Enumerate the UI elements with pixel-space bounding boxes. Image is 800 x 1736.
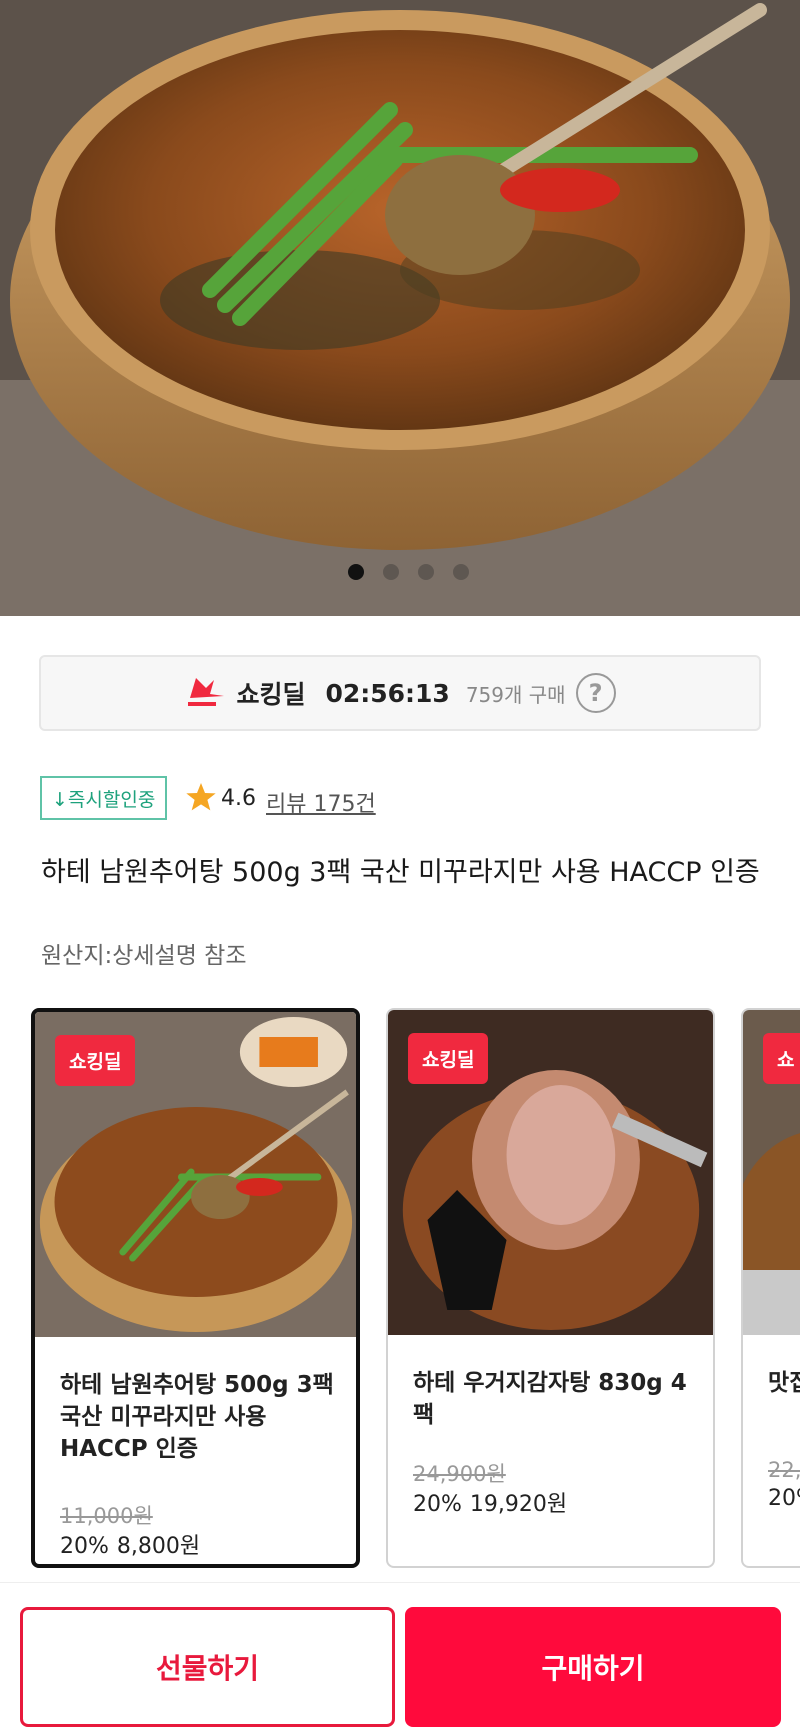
sale-price-row: 20% 8,800원 bbox=[60, 1528, 200, 1560]
option-name: 하테 우거지감자탕 830g 4팩 bbox=[413, 1370, 687, 1428]
product-hero-image[interactable] bbox=[0, 0, 800, 616]
carousel-dot[interactable] bbox=[417, 564, 434, 580]
shocking-deal-tag: 쇼킹딜 bbox=[408, 1033, 489, 1084]
shocking-deal-tag: 쇼 bbox=[763, 1033, 800, 1084]
original-price: 22, bbox=[768, 1458, 800, 1482]
product-title: 하테 남원추어탕 500g 3팩 국산 미꾸라지만 사용 HACCP 인증 bbox=[41, 857, 760, 888]
option-name: 맛집 3.2 bbox=[768, 1370, 800, 1396]
option-card[interactable]: 쇼킹딜 하테 남원추어탕 500g 3팩 국산 미꾸라지만 사용 HACCP 인… bbox=[31, 1008, 360, 1568]
carousel-dot[interactable] bbox=[382, 564, 399, 580]
original-price: 11,000원 bbox=[60, 1504, 153, 1528]
sale-price-row: 20% 19,920원 bbox=[413, 1486, 567, 1518]
discount-rate: 20% bbox=[768, 1486, 800, 1511]
sale-price: 19,920원 bbox=[469, 1492, 568, 1517]
star-icon bbox=[186, 783, 216, 811]
deal-title: 쇼킹딜 bbox=[236, 680, 306, 709]
original-price: 24,900원 bbox=[413, 1462, 506, 1486]
shocking-deal-logo-icon bbox=[188, 678, 225, 706]
gift-button[interactable]: 선물하기 bbox=[20, 1607, 395, 1727]
sale-price-row: 20% bbox=[768, 1486, 800, 1511]
option-name: 하테 남원추어탕 500g 3팩 국산 미꾸라지만 사용 HACCP 인증 bbox=[60, 1372, 334, 1462]
product-origin: 원산지:상세설명 참조 bbox=[41, 943, 247, 969]
carousel-dots bbox=[0, 564, 800, 580]
sale-price: 8,800원 bbox=[116, 1534, 201, 1559]
discount-rate: 20% bbox=[413, 1492, 462, 1517]
shocking-deal-tag: 쇼킹딜 bbox=[55, 1035, 136, 1086]
discount-rate: 20% bbox=[60, 1534, 109, 1559]
help-icon[interactable]: ? bbox=[575, 673, 616, 713]
purchase-count: 759개 구매 bbox=[465, 682, 566, 707]
shocking-deal-bar: 쇼킹딜 02:56:13 759개 구매 ? bbox=[39, 655, 761, 731]
option-card[interactable]: 쇼킹딜 하테 우거지감자탕 830g 4팩 24,900원 20% 19,920원 bbox=[386, 1008, 715, 1568]
carousel-dot[interactable] bbox=[347, 564, 364, 580]
option-card-carousel[interactable]: 쇼킹딜 하테 남원추어탕 500g 3팩 국산 미꾸라지만 사용 HACCP 인… bbox=[31, 1008, 800, 1568]
rating-score: 4.6 bbox=[221, 786, 256, 811]
review-count-link[interactable]: 리뷰 175건 bbox=[266, 786, 376, 818]
hero-soup-illustration bbox=[0, 0, 800, 616]
bottom-action-bar: 선물하기 구매하기 bbox=[0, 1582, 800, 1736]
option-card[interactable]: 쇼 맛집 3.2 22, 20% bbox=[741, 1008, 800, 1568]
buy-button[interactable]: 구매하기 bbox=[405, 1607, 781, 1727]
carousel-dot[interactable] bbox=[452, 564, 469, 580]
instant-discount-badge: ↓즉시할인중 bbox=[40, 776, 168, 820]
deal-timer: 02:56:13 bbox=[325, 678, 450, 708]
